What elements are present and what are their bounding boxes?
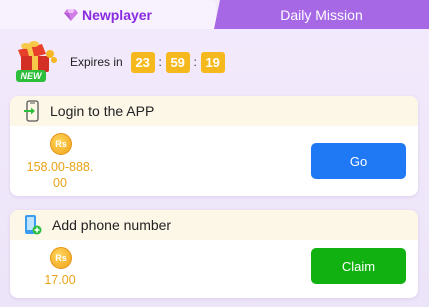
task-card-header: Add phone number bbox=[10, 210, 418, 240]
timer-seconds: 19 bbox=[200, 51, 225, 73]
new-badge-label: NEW bbox=[20, 71, 42, 81]
task-title: Login to the APP bbox=[50, 103, 155, 119]
timer-separator: : bbox=[193, 55, 197, 69]
go-button[interactable]: Go bbox=[311, 143, 406, 179]
reward-amount: 17.00 bbox=[32, 272, 88, 288]
tab-newplayer[interactable]: Newplayer bbox=[0, 0, 216, 29]
diamond-icon bbox=[63, 8, 78, 21]
task-card-add-phone: Add phone number Rs 17.00 Claim bbox=[10, 210, 418, 298]
expiry-row: NEW Expires in 23 : 59 : 19 bbox=[12, 40, 225, 84]
reward-amount-line1: 158.00-888. bbox=[26, 160, 94, 174]
timer-separator: : bbox=[158, 55, 162, 69]
claim-button[interactable]: Claim bbox=[311, 248, 406, 284]
reward-amount-line1: 17.00 bbox=[44, 273, 76, 287]
rupee-coin-icon: Rs bbox=[50, 133, 72, 155]
reward-amount-line2: 00 bbox=[53, 176, 67, 190]
timer-hours: 23 bbox=[130, 51, 155, 73]
tab-daily-mission-label: Daily Mission bbox=[280, 6, 363, 23]
expires-in-label: Expires in bbox=[70, 55, 123, 69]
gift-box-new-icon: NEW bbox=[12, 40, 62, 84]
rupee-coin-icon: Rs bbox=[50, 247, 72, 269]
phone-login-icon bbox=[24, 100, 40, 122]
tab-bar: Newplayer Daily Mission bbox=[0, 0, 429, 29]
task-title: Add phone number bbox=[52, 217, 172, 233]
tab-newplayer-label: Newplayer bbox=[81, 6, 153, 23]
task-card-header: Login to the APP bbox=[10, 96, 418, 126]
reward-amount: 158.00-888. 00 bbox=[22, 159, 98, 191]
phone-add-icon bbox=[24, 214, 42, 236]
tab-daily-mission[interactable]: Daily Mission bbox=[214, 0, 429, 29]
timer-minutes: 59 bbox=[165, 51, 190, 73]
task-card-login: Login to the APP Rs 158.00-888. 00 Go bbox=[10, 96, 418, 196]
currency-label: Rs bbox=[55, 139, 67, 149]
currency-label: Rs bbox=[55, 253, 67, 263]
